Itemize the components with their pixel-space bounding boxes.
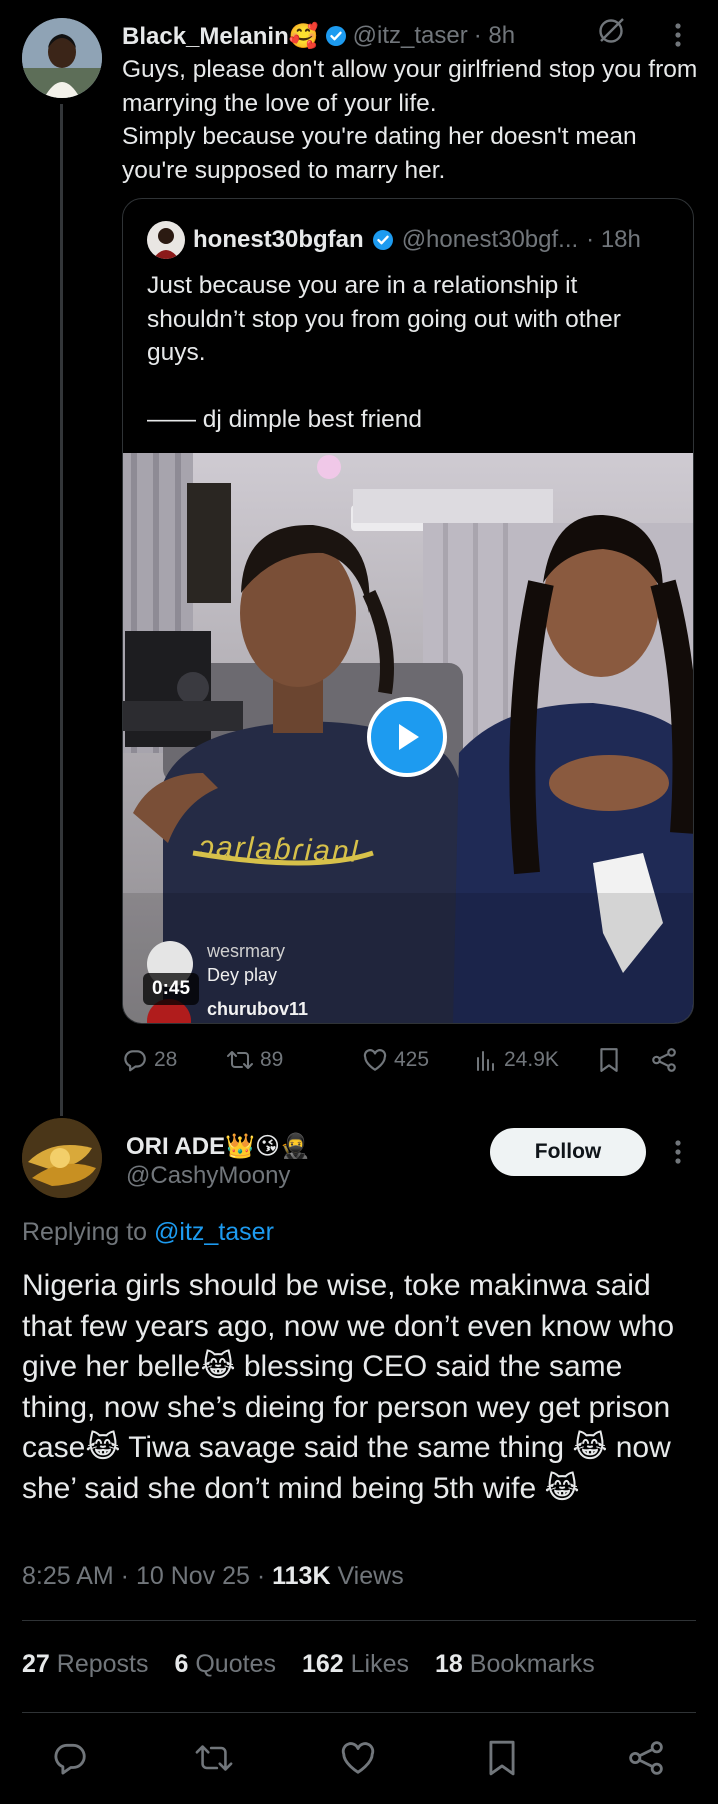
video-duration: 0:45 (143, 973, 200, 1005)
stat-label: Bookmarks (469, 1650, 595, 1678)
stat-bookmarks[interactable]: 18 Bookmarks (435, 1650, 595, 1684)
grok-icon[interactable] (596, 16, 626, 46)
stat-label: Likes (350, 1650, 409, 1678)
stat-quotes[interactable]: 6 Quotes (174, 1650, 275, 1684)
reply-count: 28 (154, 1048, 178, 1071)
parent-header: Black_Melanin🥰 @itz_taser · 8h (122, 18, 515, 54)
bookmark-icon (600, 1048, 618, 1072)
parent-display-name[interactable]: Black_Melanin🥰 (122, 22, 319, 51)
video-shirt-text: ɔarlaɓɾianl (198, 830, 360, 869)
stat-count: 162 (301, 1650, 344, 1678)
quote-verified-badge-icon (372, 229, 394, 251)
views-button[interactable]: 24.9K (474, 1040, 559, 1080)
reply-tweet-text: Nigeria girls should be wise, toke makin… (22, 1269, 675, 1505)
divider-top (22, 1620, 696, 1621)
play-icon (399, 724, 419, 750)
stat-count: 27 (22, 1650, 50, 1678)
like-count: 425 (394, 1048, 430, 1071)
bookmark-icon (489, 1740, 515, 1776)
repost-button[interactable]: 89 (226, 1040, 283, 1080)
heart-icon (363, 1049, 387, 1071)
comment-user-2: churubov11 (207, 999, 309, 1019)
quote-time[interactable]: · 18h (586, 226, 641, 254)
quote-header: honest30bgfan @honest30bgf... · 18h (147, 221, 641, 259)
stat-count: 6 (174, 1650, 189, 1678)
stat-likes[interactable]: 162 Likes (302, 1650, 409, 1684)
reply-button[interactable]: 28 (122, 1040, 177, 1080)
comment-text: Dey play (207, 965, 278, 985)
parent-action-bar: 28 89 425 24.9K (122, 1040, 702, 1080)
reply-icon (54, 1743, 86, 1775)
divider-bottom (22, 1712, 696, 1713)
heart-icon (341, 1742, 375, 1774)
quote-avatar (147, 221, 185, 259)
bookmark-button-main[interactable] (478, 1734, 526, 1782)
share-button[interactable] (650, 1040, 678, 1080)
play-button[interactable] (367, 697, 447, 777)
thread-line (60, 104, 63, 1116)
stat-label: Quotes (195, 1650, 276, 1678)
share-button-main[interactable] (622, 1734, 670, 1782)
quote-text: Just because you are in a relationship i… (147, 272, 621, 433)
like-button-main[interactable] (334, 1734, 382, 1782)
replying-to: Replying to @itz_taser (22, 1218, 274, 1247)
views-count: 24.9K (504, 1048, 559, 1071)
reply-more-options-icon[interactable] (668, 1136, 688, 1168)
reply-display-name[interactable]: ORI ADE👑😘🥷 (126, 1130, 310, 1162)
views-label: Views (330, 1562, 404, 1590)
more-options-icon[interactable] (668, 20, 688, 50)
replying-prefix: Replying to (22, 1218, 148, 1246)
stat-label: Reposts (56, 1650, 149, 1678)
parent-time[interactable]: · 8h (474, 22, 515, 50)
comment-user: wesrmary (207, 941, 286, 961)
quoted-tweet-card[interactable]: honest30bgfan @honest30bgf... · 18h Just… (122, 198, 694, 1024)
reply-handle[interactable]: @CashyMoony (126, 1162, 290, 1190)
views-count-total: 113K (272, 1562, 331, 1590)
repost-count: 89 (260, 1048, 284, 1071)
parent-handle[interactable]: @itz_taser (353, 22, 468, 50)
stat-count: 18 (435, 1650, 463, 1678)
video-player[interactable]: ɔarlaɓɾianl wesrmary Dey play churubov11… (123, 453, 693, 1023)
follow-button[interactable]: Follow (490, 1128, 646, 1176)
repost-icon (195, 1745, 233, 1771)
repost-icon (227, 1051, 253, 1069)
like-button[interactable]: 425 (362, 1040, 429, 1080)
share-icon (652, 1048, 676, 1072)
reply-button-main[interactable] (46, 1734, 94, 1782)
repost-button-main[interactable] (190, 1734, 238, 1782)
quote-handle[interactable]: @honest30bgf... (402, 226, 578, 254)
reply-action-bar (0, 1734, 718, 1782)
tweet-timestamp[interactable]: 8:25 AM · 10 Nov 25 · (22, 1562, 272, 1590)
parent-avatar[interactable] (22, 18, 102, 98)
verified-badge-icon (325, 25, 347, 47)
engagement-stats: 27 Reposts 6 Quotes 162 Likes 18 Bookmar… (22, 1650, 595, 1684)
views-icon (477, 1051, 494, 1071)
stat-reposts[interactable]: 27 Reposts (22, 1650, 148, 1684)
quote-display-name[interactable]: honest30bgfan (193, 226, 364, 254)
reply-avatar[interactable] (22, 1118, 102, 1198)
reply-icon (124, 1050, 146, 1072)
share-icon (629, 1741, 663, 1775)
parent-tweet-text: Guys, please don't allow your girlfriend… (122, 56, 698, 184)
bookmark-button[interactable] (598, 1040, 620, 1080)
tweet-meta: 8:25 AM · 10 Nov 25 · 113K Views (22, 1562, 404, 1591)
replying-handle-link[interactable]: @itz_taser (154, 1218, 274, 1246)
